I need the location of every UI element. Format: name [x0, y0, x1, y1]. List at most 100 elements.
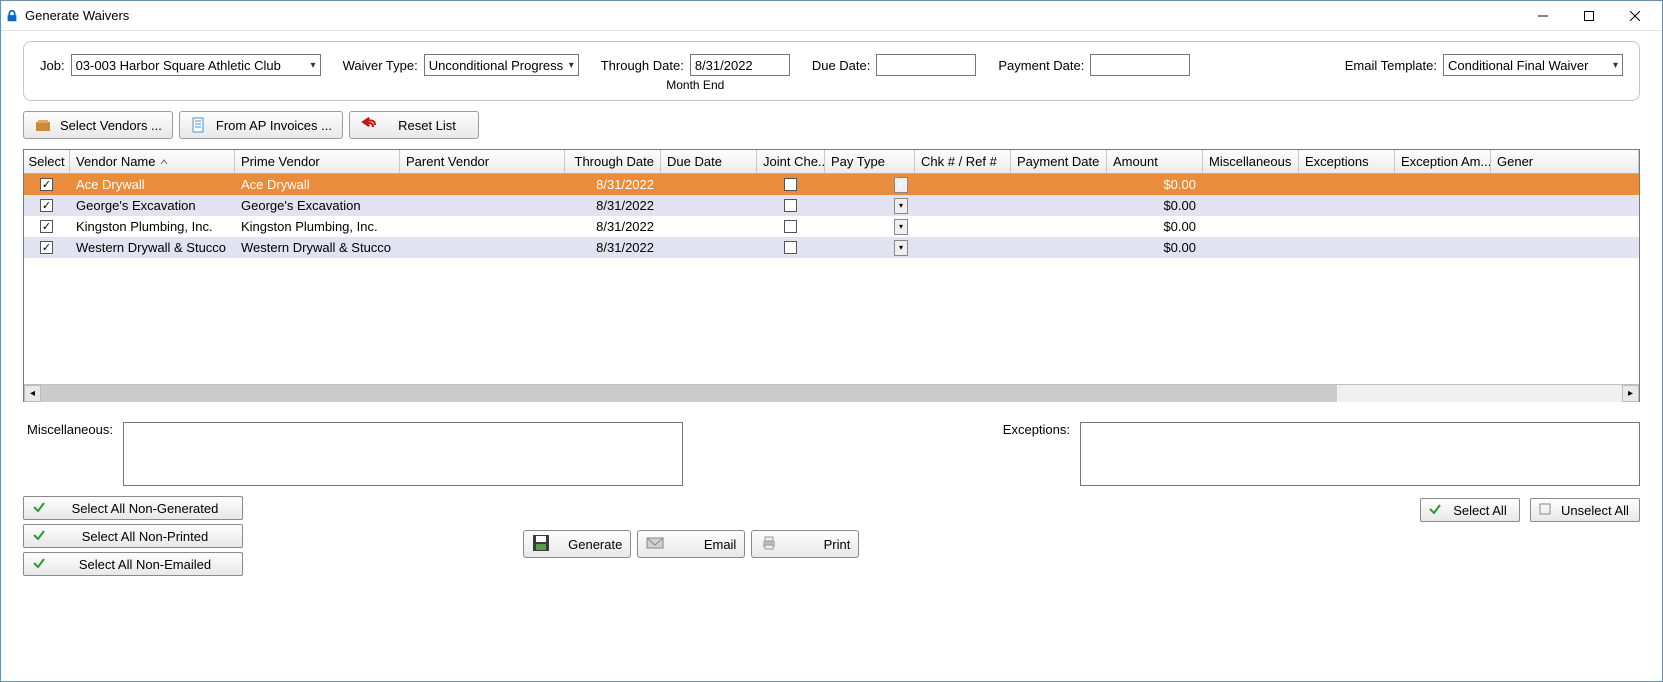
- due-cell: [661, 216, 757, 237]
- col-amount[interactable]: Amount: [1107, 150, 1203, 173]
- col-excamt[interactable]: Exception Am...: [1395, 150, 1491, 173]
- exceptions-label: Exceptions:: [990, 422, 1070, 437]
- paytype-cell[interactable]: ▾: [825, 216, 915, 237]
- reset-list-button[interactable]: Reset List: [349, 111, 479, 139]
- reset-list-label: Reset List: [386, 118, 468, 133]
- row-select-cell[interactable]: [24, 174, 70, 195]
- gener-cell: [1491, 237, 1639, 258]
- unselect-all-button[interactable]: Unselect All: [1530, 498, 1640, 522]
- waiver-type-combo[interactable]: Unconditional Progress ▾: [424, 54, 579, 76]
- scroll-left-button[interactable]: ◂: [24, 385, 41, 402]
- table-row[interactable]: Ace DrywallAce Drywall8/31/2022▾$0.00: [24, 174, 1639, 195]
- chevron-down-icon[interactable]: ▾: [894, 198, 908, 214]
- checkbox-icon[interactable]: [784, 178, 797, 191]
- col-gener[interactable]: Gener: [1491, 150, 1639, 173]
- paydate-cell: [1011, 174, 1107, 195]
- through-date-value: 8/31/2022: [695, 58, 753, 73]
- minimize-button[interactable]: [1520, 1, 1566, 31]
- col-chkref[interactable]: Chk # / Ref #: [915, 150, 1011, 173]
- checkbox-icon[interactable]: [40, 178, 53, 191]
- scroll-right-button[interactable]: ▸: [1622, 385, 1639, 402]
- select-all-non-printed-button[interactable]: Select All Non-Printed: [23, 524, 243, 548]
- amount-cell: $0.00: [1107, 195, 1203, 216]
- checkbox-icon[interactable]: [40, 220, 53, 233]
- checkbox-icon[interactable]: [784, 220, 797, 233]
- exc-cell: [1299, 216, 1395, 237]
- col-due[interactable]: Due Date: [661, 150, 757, 173]
- print-button[interactable]: Print: [751, 530, 859, 558]
- gener-cell: [1491, 174, 1639, 195]
- select-all-button[interactable]: Select All: [1420, 498, 1520, 522]
- select-all-non-generated-button[interactable]: Select All Non-Generated: [23, 496, 243, 520]
- table-row[interactable]: Kingston Plumbing, Inc.Kingston Plumbing…: [24, 216, 1639, 237]
- col-paytype[interactable]: Pay Type: [825, 150, 915, 173]
- check-icon: [1429, 503, 1441, 518]
- chevron-down-icon[interactable]: ▾: [894, 219, 908, 235]
- joint-cell[interactable]: [757, 174, 825, 195]
- col-misc[interactable]: Miscellaneous: [1203, 150, 1299, 173]
- horizontal-scrollbar[interactable]: ◂ ▸: [24, 384, 1639, 401]
- row-select-cell[interactable]: [24, 216, 70, 237]
- joint-cell[interactable]: [757, 216, 825, 237]
- scroll-thumb[interactable]: [41, 385, 1337, 402]
- exc-cell: [1299, 174, 1395, 195]
- payment-date-input[interactable]: [1090, 54, 1190, 76]
- due-cell: [661, 174, 757, 195]
- through-date-input[interactable]: 8/31/2022: [690, 54, 790, 76]
- vendor-cell: Ace Drywall: [70, 174, 235, 195]
- joint-cell[interactable]: [757, 195, 825, 216]
- chkref-cell: [915, 174, 1011, 195]
- sort-asc-icon: [160, 158, 168, 166]
- checkbox-icon[interactable]: [40, 199, 53, 212]
- chkref-cell: [915, 237, 1011, 258]
- job-combo[interactable]: 03-003 Harbor Square Athletic Club ▾: [71, 54, 321, 76]
- email-template-label: Email Template:: [1345, 58, 1437, 73]
- close-button[interactable]: [1612, 1, 1658, 31]
- select-all-non-emailed-button[interactable]: Select All Non-Emailed: [23, 552, 243, 576]
- col-exc[interactable]: Exceptions: [1299, 150, 1395, 173]
- table-row[interactable]: George's ExcavationGeorge's Excavation8/…: [24, 195, 1639, 216]
- from-ap-invoices-button[interactable]: From AP Invoices ...: [179, 111, 343, 139]
- email-button[interactable]: Email: [637, 530, 745, 558]
- generate-button[interactable]: Generate: [523, 530, 631, 558]
- chkref-cell: [915, 195, 1011, 216]
- col-select[interactable]: Select: [24, 150, 70, 173]
- scroll-track[interactable]: [41, 385, 1622, 402]
- paydate-cell: [1011, 195, 1107, 216]
- paytype-cell[interactable]: ▾: [825, 195, 915, 216]
- folder-icon: [34, 116, 52, 134]
- col-vendor[interactable]: Vendor Name: [70, 150, 235, 173]
- col-joint[interactable]: Joint Che...: [757, 150, 825, 173]
- excamt-cell: [1395, 195, 1491, 216]
- select-vendors-button[interactable]: Select Vendors ...: [23, 111, 173, 139]
- through-cell: 8/31/2022: [565, 174, 661, 195]
- row-select-cell[interactable]: [24, 237, 70, 258]
- paytype-cell[interactable]: ▾: [825, 174, 915, 195]
- checkbox-icon[interactable]: [784, 241, 797, 254]
- exceptions-textarea[interactable]: [1080, 422, 1640, 486]
- document-icon: [190, 116, 208, 134]
- email-template-combo[interactable]: Conditional Final Waiver ▾: [1443, 54, 1623, 76]
- table-row[interactable]: Western Drywall & StuccoWestern Drywall …: [24, 237, 1639, 258]
- month-end-label: Month End: [666, 78, 724, 92]
- due-date-input[interactable]: [876, 54, 976, 76]
- col-parent[interactable]: Parent Vendor: [400, 150, 565, 173]
- misc-label: Miscellaneous:: [23, 422, 113, 437]
- window-title: Generate Waivers: [25, 8, 129, 23]
- exc-cell: [1299, 237, 1395, 258]
- checkbox-icon[interactable]: [784, 199, 797, 212]
- row-select-cell[interactable]: [24, 195, 70, 216]
- chevron-down-icon: ▾: [1613, 60, 1618, 71]
- checkbox-icon[interactable]: [40, 241, 53, 254]
- col-prime[interactable]: Prime Vendor: [235, 150, 400, 173]
- maximize-button[interactable]: [1566, 1, 1612, 31]
- paytype-cell[interactable]: ▾: [825, 237, 915, 258]
- chkref-cell: [915, 216, 1011, 237]
- chevron-down-icon[interactable]: ▾: [894, 177, 908, 193]
- chevron-down-icon[interactable]: ▾: [894, 240, 908, 256]
- col-paydate[interactable]: Payment Date: [1011, 150, 1107, 173]
- through-cell: 8/31/2022: [565, 237, 661, 258]
- joint-cell[interactable]: [757, 237, 825, 258]
- col-through[interactable]: Through Date: [565, 150, 661, 173]
- misc-textarea[interactable]: [123, 422, 683, 486]
